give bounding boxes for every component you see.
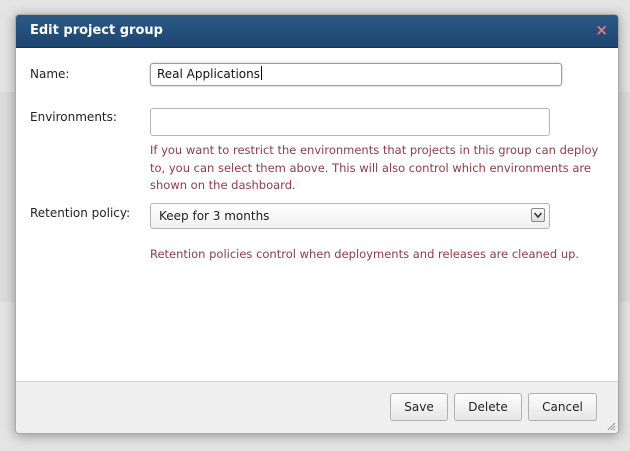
environments-help-line: shown on the dashboard. bbox=[150, 178, 296, 192]
retention-policy-label: Retention policy: bbox=[30, 206, 131, 220]
name-input[interactable]: Real Applications bbox=[150, 63, 562, 86]
edit-project-group-dialog: Edit project group × Name: Real Applicat… bbox=[15, 14, 619, 434]
text-caret bbox=[260, 66, 262, 80]
name-input-value: Real Applications bbox=[157, 67, 260, 81]
chevron-down-icon[interactable] bbox=[531, 208, 545, 222]
dialog-title: Edit project group bbox=[30, 23, 163, 38]
cancel-button[interactable]: Cancel bbox=[528, 393, 597, 421]
name-label: Name: bbox=[30, 67, 70, 81]
environments-input[interactable] bbox=[150, 108, 550, 136]
retention-policy-select[interactable]: Keep for 3 months bbox=[150, 203, 550, 229]
dialog-footer: Save Delete Cancel bbox=[16, 381, 618, 433]
save-button[interactable]: Save bbox=[390, 393, 448, 421]
retention-policy-selected: Keep for 3 months bbox=[159, 209, 270, 223]
environments-help-line: If you want to restrict the environments… bbox=[150, 143, 599, 157]
resize-grip-icon[interactable] bbox=[606, 421, 616, 431]
close-icon[interactable]: × bbox=[595, 21, 608, 39]
retention-help-text: Retention policies control when deployme… bbox=[150, 247, 580, 261]
delete-button[interactable]: Delete bbox=[454, 393, 522, 421]
dialog-titlebar: Edit project group × bbox=[16, 15, 618, 48]
environments-label: Environments: bbox=[30, 110, 117, 124]
environments-help-line: to, you can select them above. This will… bbox=[150, 160, 591, 175]
environments-help-text: If you want to restrict the environments… bbox=[150, 142, 598, 195]
